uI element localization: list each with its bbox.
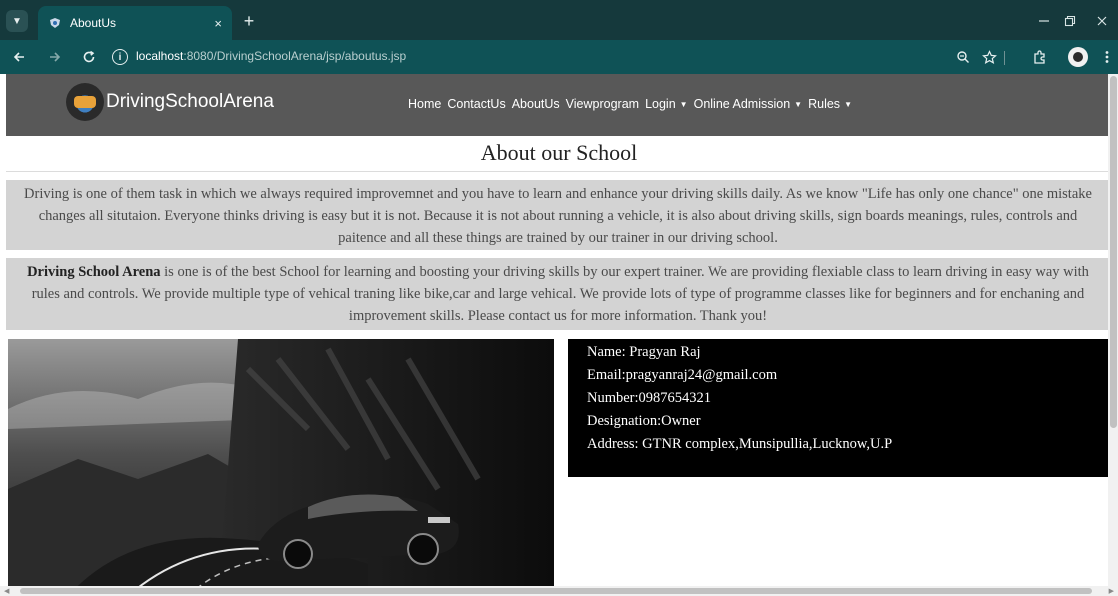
nav-rules-dropdown[interactable]: Rules ▼: [808, 97, 852, 111]
caret-down-icon: ▼: [794, 100, 803, 109]
zoom-icon[interactable]: [952, 46, 974, 68]
info-icon[interactable]: i: [112, 49, 128, 65]
tab-title: AboutUs: [70, 16, 117, 30]
intro-paragraph: Driving is one of them task in which we …: [6, 180, 1110, 250]
minimize-icon[interactable]: [1030, 10, 1058, 32]
address-bar[interactable]: localhost:8080/DrivingSchoolArena/jsp/ab…: [136, 49, 406, 63]
more-menu-icon[interactable]: [1096, 46, 1118, 68]
restore-icon[interactable]: [1056, 10, 1084, 32]
nav-login-dropdown[interactable]: Login ▼: [645, 97, 688, 111]
back-arrow-icon[interactable]: [8, 46, 30, 68]
nav-contactus[interactable]: ContactUs: [447, 97, 505, 111]
tab-search-icon[interactable]: ▼: [6, 10, 28, 32]
forward-arrow-icon[interactable]: [44, 46, 66, 68]
browser-tab-strip: ▼ AboutUs × +: [0, 0, 1118, 40]
extensions-icon[interactable]: [1028, 46, 1050, 68]
toolbar-divider: [1004, 51, 1005, 65]
owner-info-card: Name: Pragyan Raj Email:pragyanraj24@gma…: [568, 339, 1112, 477]
scroll-left-icon[interactable]: ◀: [4, 587, 9, 595]
page-viewport: DrivingSchoolArena Home ContactUs AboutU…: [0, 74, 1118, 596]
browser-toolbar: i localhost:8080/DrivingSchoolArena/jsp/…: [0, 40, 1118, 74]
url-path: :8080/DrivingSchoolArena/jsp/aboutus.jsp: [183, 49, 407, 63]
shield-favicon-icon: [48, 16, 62, 30]
owner-designation: Designation:Owner: [587, 413, 701, 429]
caret-down-icon: ▼: [679, 100, 688, 109]
owner-email: Email:pragyanraj24@gmail.com: [587, 367, 778, 383]
school-name-bold: Driving School Arena: [27, 264, 161, 280]
vertical-scrollbar[interactable]: [1108, 74, 1118, 596]
caret-down-icon: ▼: [844, 100, 852, 109]
brand-name: DrivingSchoolArena: [106, 91, 274, 112]
owner-address: Address: GTNR complex,Munsipullia,Luckno…: [587, 436, 893, 452]
reload-icon[interactable]: [78, 46, 100, 68]
nav-login-label: Login: [645, 97, 676, 111]
horizontal-scrollbar[interactable]: ◀ ▶: [0, 586, 1118, 596]
sports-car-image: [8, 339, 554, 596]
url-host: localhost: [136, 49, 184, 63]
about-paragraph-text: is one is of the best School for learnin…: [31, 264, 1089, 324]
close-window-icon[interactable]: [1088, 10, 1116, 32]
vertical-scroll-thumb[interactable]: [1110, 76, 1117, 428]
bookmark-star-icon[interactable]: [978, 46, 1000, 68]
about-paragraph: Driving School Arena is one is of the be…: [6, 258, 1110, 330]
nav-aboutus[interactable]: AboutUs: [512, 97, 560, 111]
owner-number: Number:0987654321: [587, 390, 712, 406]
nav-home[interactable]: Home: [408, 97, 441, 111]
nav-rules-label: Rules: [808, 97, 841, 111]
profile-avatar[interactable]: [1068, 47, 1088, 67]
title-divider: [6, 171, 1110, 172]
scroll-right-icon[interactable]: ▶: [1109, 587, 1114, 595]
owner-name: Name: Pragyan Raj: [587, 344, 701, 360]
nav-online-admission-label: Online Admission: [693, 97, 791, 111]
tab-close-icon[interactable]: ×: [214, 16, 222, 31]
nav-online-admission-dropdown[interactable]: Online Admission ▼: [694, 97, 803, 111]
brand-logo-icon: [66, 83, 104, 121]
new-tab-button[interactable]: +: [238, 10, 260, 32]
page-title: About our School: [480, 140, 638, 165]
site-brand[interactable]: DrivingSchoolArena: [66, 83, 274, 121]
site-navbar: DrivingSchoolArena Home ContactUs AboutU…: [6, 74, 1110, 136]
browser-tab-aboutus[interactable]: AboutUs ×: [38, 6, 232, 40]
nav-viewprogram[interactable]: Viewprogram: [566, 97, 639, 111]
horizontal-scroll-thumb[interactable]: [20, 588, 1092, 594]
site-menu: Home ContactUs AboutUs Viewprogram Login…: [408, 97, 852, 111]
